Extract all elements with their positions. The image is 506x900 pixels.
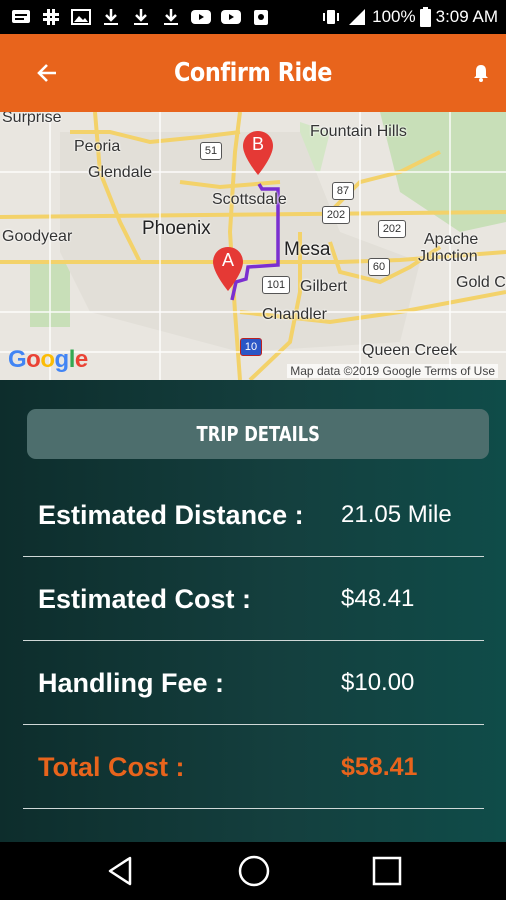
battery-percent: 100% bbox=[372, 7, 416, 26]
handling-fee-row: Handling Fee : $10.00 bbox=[23, 641, 484, 725]
map-label-fountain-hills: Fountain Hills bbox=[310, 123, 407, 140]
triangle-back-icon bbox=[108, 856, 132, 886]
nav-back-button[interactable] bbox=[102, 853, 138, 889]
interstate-shield: 10 bbox=[240, 338, 262, 356]
marker-label-b: B bbox=[251, 134, 264, 154]
highway-shield: 60 bbox=[368, 258, 390, 276]
notification-button[interactable] bbox=[470, 62, 492, 84]
download-icon bbox=[100, 7, 122, 27]
google-logo: Google bbox=[8, 346, 88, 373]
cost-label: Estimated Cost : bbox=[38, 584, 252, 614]
image-icon bbox=[70, 7, 92, 27]
map-label-phoenix: Phoenix bbox=[142, 218, 211, 239]
bell-icon bbox=[474, 65, 488, 82]
marker-label-a: A bbox=[221, 250, 234, 270]
map-label-junction: Junction bbox=[418, 248, 478, 265]
map-label-gold-canyon: Gold Ca bbox=[456, 274, 506, 291]
distance-value: 21.05 Mile bbox=[341, 501, 452, 528]
youtube-icon bbox=[190, 7, 212, 27]
app-icon bbox=[250, 7, 272, 27]
origin-marker[interactable]: A bbox=[211, 246, 245, 292]
destination-marker[interactable]: B bbox=[241, 130, 275, 176]
map-label-gilbert: Gilbert bbox=[300, 278, 348, 295]
battery-icon bbox=[420, 7, 432, 27]
nav-home-button[interactable] bbox=[236, 853, 272, 889]
handling-fee-value: $10.00 bbox=[341, 669, 415, 696]
highway-shield: 51 bbox=[200, 142, 222, 160]
route-map[interactable]: Surprise Peoria Glendale Goodyear Phoeni… bbox=[0, 112, 506, 380]
handling-fee-label: Handling Fee : bbox=[38, 668, 225, 698]
trip-details-title: TRIP DETAILS bbox=[196, 422, 320, 446]
distance-label: Estimated Distance : bbox=[38, 500, 304, 530]
map-label-surprise: Surprise bbox=[2, 112, 62, 126]
map-label-queen-creek: Queen Creek bbox=[362, 342, 458, 359]
highway-shield: 202 bbox=[322, 206, 350, 224]
download-icon bbox=[130, 7, 152, 27]
map-label-mesa: Mesa bbox=[284, 239, 331, 260]
total-cost-value: $58.41 bbox=[341, 753, 418, 781]
map-label-goodyear: Goodyear bbox=[2, 228, 73, 245]
circle-home-icon bbox=[238, 855, 270, 887]
distance-row: Estimated Distance : 21.05 Mile bbox=[23, 473, 484, 557]
map-label-chandler: Chandler bbox=[262, 306, 327, 323]
highway-shield: 87 bbox=[332, 182, 354, 200]
total-cost-row: Total Cost : $58.41 bbox=[23, 725, 484, 809]
cost-row: Estimated Cost : $48.41 bbox=[23, 557, 484, 641]
download-icon bbox=[160, 7, 182, 27]
clock: 3:09 AM bbox=[435, 7, 498, 26]
map-label-glendale: Glendale bbox=[88, 164, 153, 181]
nav-recents-button[interactable] bbox=[369, 853, 405, 889]
map-label-peoria: Peoria bbox=[74, 138, 121, 155]
notification-icons bbox=[10, 0, 272, 34]
app-bar: Confirm Ride bbox=[0, 34, 506, 112]
cost-value: $48.41 bbox=[341, 585, 415, 612]
system-icons: 100% 3:09 AM bbox=[320, 0, 498, 34]
youtube-icon bbox=[220, 7, 242, 27]
square-recents-icon bbox=[372, 856, 402, 886]
map-label-apache: Apache bbox=[424, 231, 479, 248]
trip-details-header: TRIP DETAILS bbox=[27, 409, 489, 459]
message-icon bbox=[10, 7, 32, 27]
total-cost-label: Total Cost : bbox=[38, 752, 185, 782]
signal-icon bbox=[346, 7, 368, 27]
status-bar: 100% 3:09 AM bbox=[0, 0, 506, 34]
vibrate-icon bbox=[320, 7, 342, 27]
trip-details-panel: TRIP DETAILS Estimated Distance : 21.05 … bbox=[0, 380, 506, 842]
map-attribution[interactable]: Map data ©2019 Google Terms of Use bbox=[287, 364, 498, 378]
slack-icon bbox=[40, 7, 62, 27]
highway-shield: 202 bbox=[378, 220, 406, 238]
highway-shield: 101 bbox=[262, 276, 290, 294]
system-nav-bar bbox=[0, 842, 506, 900]
page-title: Confirm Ride bbox=[173, 58, 333, 88]
map-label-scottsdale: Scottsdale bbox=[212, 191, 287, 208]
